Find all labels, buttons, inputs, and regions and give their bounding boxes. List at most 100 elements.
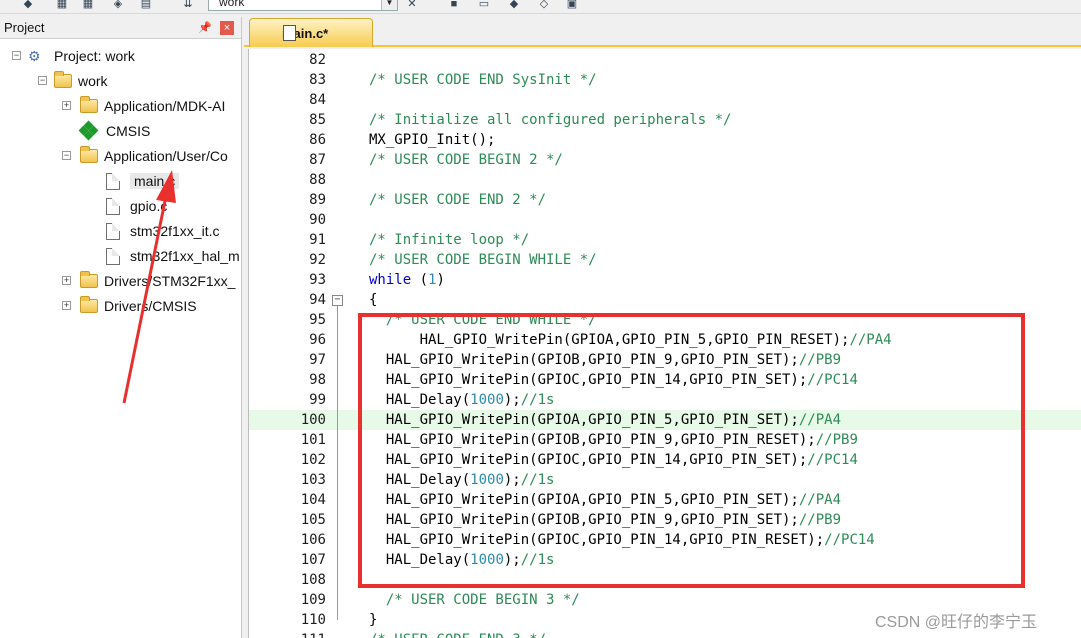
editor-tab-bar: main.c* — [244, 17, 1081, 47]
code-line[interactable]: 85 /* Initialize all configured periphera… — [249, 110, 1081, 130]
run-time-env-icon[interactable]: ▣ — [564, 0, 580, 10]
line-number: 111 — [249, 630, 326, 638]
code-text: HAL_GPIO_WritePin(GPIOB,GPIO_PIN_9,GPIO_… — [369, 432, 858, 448]
line-number: 107 — [300, 552, 326, 568]
tree-item-group-application-mdk[interactable]: + Application/MDK-AI — [60, 95, 225, 117]
project-icon: ⚙ — [28, 48, 41, 64]
fold-collapse-icon[interactable]: − — [332, 295, 343, 306]
line-number: 102 — [300, 452, 326, 468]
tree-item-file-main-c[interactable]: main.c — [106, 170, 180, 192]
tree-item-file-gpio-c[interactable]: gpio.c — [106, 195, 167, 217]
file-icon — [283, 25, 296, 41]
code-line[interactable]: 107 HAL_Delay(1000);//1s — [249, 550, 1081, 570]
code-line[interactable]: 94 {− — [249, 290, 1081, 310]
code-text: HAL_GPIO_WritePin(GPIOA,GPIO_PIN_5,GPIO_… — [369, 332, 892, 348]
select-packs-icon[interactable]: ◇ — [536, 0, 552, 10]
line-number: 101 — [300, 432, 326, 448]
code-line[interactable]: 102 HAL_GPIO_WritePin(GPIOC,GPIO_PIN_14,… — [249, 450, 1081, 470]
tree-item-label: CMSIS — [106, 123, 151, 139]
project-panel-title: Project — [4, 20, 45, 35]
expand-icon[interactable]: + — [62, 276, 71, 285]
code-text: HAL_GPIO_WritePin(GPIOB,GPIO_PIN_9,GPIO_… — [369, 512, 842, 528]
line-number: 92 — [309, 252, 326, 268]
code-line[interactable]: 109 /* USER CODE BEGIN 3 */ — [249, 590, 1081, 610]
expand-icon[interactable]: + — [62, 301, 71, 310]
code-line[interactable]: 91 /* Infinite loop */ — [249, 230, 1081, 250]
toolbar: ◆ ▦ ▦ ◈ ▤ ⇊ work ▼ ✕ ■ ▭ ◆ ◇ ▣ — [0, 0, 1081, 14]
tree-item-group-drivers-cmsis[interactable]: + Drivers/CMSIS — [60, 295, 197, 317]
collapse-icon[interactable]: − — [62, 151, 71, 160]
file-icon — [106, 247, 120, 265]
code-line[interactable]: 87 /* USER CODE BEGIN 2 */ — [249, 150, 1081, 170]
collapse-icon[interactable]: − — [12, 51, 21, 60]
tree-item-label: stm32f1xx_it.c — [130, 223, 220, 239]
tree-item-file-stm32f1xx-it-c[interactable]: stm32f1xx_it.c — [106, 220, 219, 242]
translate-icon[interactable]: ▦ — [54, 0, 70, 10]
code-line[interactable]: 88 — [249, 170, 1081, 190]
code-line[interactable]: 89 /* USER CODE END 2 */ — [249, 190, 1081, 210]
code-text: /* USER CODE END WHILE */ — [385, 312, 597, 328]
target-select-value: work — [219, 0, 245, 9]
code-line[interactable]: 93 while (1) — [249, 270, 1081, 290]
tree-item-label: Application/User/Co — [104, 148, 228, 164]
code-text: HAL_GPIO_WritePin(GPIOA,GPIO_PIN_5,GPIO_… — [369, 492, 842, 508]
code-line[interactable]: 90 — [249, 210, 1081, 230]
tab-main-c[interactable]: main.c* — [249, 18, 373, 47]
tree-item-project[interactable]: − ⚙ Project: work — [10, 45, 135, 67]
line-number: 87 — [309, 152, 326, 168]
code-line[interactable]: 95 /* USER CODE END WHILE */ — [249, 310, 1081, 330]
code-line[interactable]: 97 HAL_GPIO_WritePin(GPIOB,GPIO_PIN_9,GP… — [249, 350, 1081, 370]
file-extensions-icon[interactable]: ▭ — [476, 0, 492, 10]
stop-build-icon[interactable]: ▤ — [138, 0, 154, 10]
tree-item-file-stm32f1xx-hal-msp-c[interactable]: stm32f1xx_hal_m — [106, 245, 240, 267]
tree-item-group-drivers-hal[interactable]: + Drivers/STM32F1xx_ — [60, 270, 235, 292]
pin-icon[interactable]: 📌 — [198, 17, 212, 39]
line-number: 90 — [309, 212, 326, 228]
line-number: 97 — [309, 352, 326, 368]
line-number: 110 — [300, 612, 326, 628]
watermark: CSDN @旺仔的李宁玉 — [875, 614, 1038, 631]
chevron-down-icon[interactable]: ▼ — [381, 0, 397, 10]
code-line[interactable]: 96 HAL_GPIO_WritePin(GPIOA,GPIO_PIN_5,GP… — [249, 330, 1081, 350]
batch-build-icon[interactable]: ◆ — [20, 0, 36, 10]
code-line[interactable]: 101 HAL_GPIO_WritePin(GPIOB,GPIO_PIN_9,G… — [249, 430, 1081, 450]
project-panel-header: Project 📌 × — [0, 17, 241, 39]
code-text: HAL_GPIO_WritePin(GPIOC,GPIO_PIN_14,GPIO… — [369, 532, 875, 548]
code-line[interactable]: 99 HAL_Delay(1000);//1s — [249, 390, 1081, 410]
tree-item-target-work[interactable]: − work — [36, 70, 108, 92]
target-select[interactable]: work ▼ — [208, 0, 398, 11]
code-line[interactable]: 82 — [249, 50, 1081, 70]
code-line[interactable]: 100 HAL_GPIO_WritePin(GPIOA,GPIO_PIN_5,G… — [249, 410, 1081, 430]
rebuild-icon[interactable]: ◈ — [110, 0, 126, 10]
code-line[interactable]: 103 HAL_Delay(1000);//1s — [249, 470, 1081, 490]
code-line[interactable]: 105 HAL_GPIO_WritePin(GPIOB,GPIO_PIN_9,G… — [249, 510, 1081, 530]
code-line[interactable]: 84 — [249, 90, 1081, 110]
code-line[interactable]: 98 HAL_GPIO_WritePin(GPIOC,GPIO_PIN_14,G… — [249, 370, 1081, 390]
code-line[interactable]: 108 — [249, 570, 1081, 590]
code-text: /* USER CODE END SysInit */ — [369, 72, 597, 88]
folder-icon — [80, 96, 98, 113]
tree-item-cmsis[interactable]: CMSIS — [78, 120, 151, 142]
manage-components-icon[interactable]: ■ — [446, 0, 462, 10]
options-icon[interactable]: ✕ — [404, 0, 420, 10]
build-icon[interactable]: ▦ — [80, 0, 96, 10]
code-editor[interactable]: 82 83 /* USER CODE END SysInit */ 84 85 /* In… — [248, 49, 1081, 638]
line-number: 83 — [309, 72, 326, 88]
download-icon[interactable]: ⇊ — [180, 0, 196, 10]
code-line[interactable]: 92 /* USER CODE BEGIN WHILE */ — [249, 250, 1081, 270]
line-number: 82 — [309, 52, 326, 68]
collapse-icon[interactable]: − — [38, 76, 47, 85]
tree-item-group-application-user[interactable]: − Application/User/Co — [60, 145, 228, 167]
code-line[interactable]: 86 MX_GPIO_Init(); — [249, 130, 1081, 150]
line-number: 105 — [300, 512, 326, 528]
code-text: HAL_GPIO_WritePin(GPIOB,GPIO_PIN_9,GPIO_… — [369, 352, 842, 368]
close-icon[interactable]: × — [220, 21, 234, 35]
line-number: 100 — [300, 412, 326, 428]
pack-installer-icon[interactable]: ◆ — [506, 0, 522, 10]
project-panel: Project 📌 × − ⚙ Project: work − work + A… — [0, 17, 242, 638]
code-line[interactable]: 104 HAL_GPIO_WritePin(GPIOA,GPIO_PIN_5,G… — [249, 490, 1081, 510]
code-text: /* Initialize all configured peripherals… — [369, 112, 732, 128]
code-line[interactable]: 106 HAL_GPIO_WritePin(GPIOC,GPIO_PIN_14,… — [249, 530, 1081, 550]
code-line[interactable]: 83 /* USER CODE END SysInit */ — [249, 70, 1081, 90]
expand-icon[interactable]: + — [62, 101, 71, 110]
